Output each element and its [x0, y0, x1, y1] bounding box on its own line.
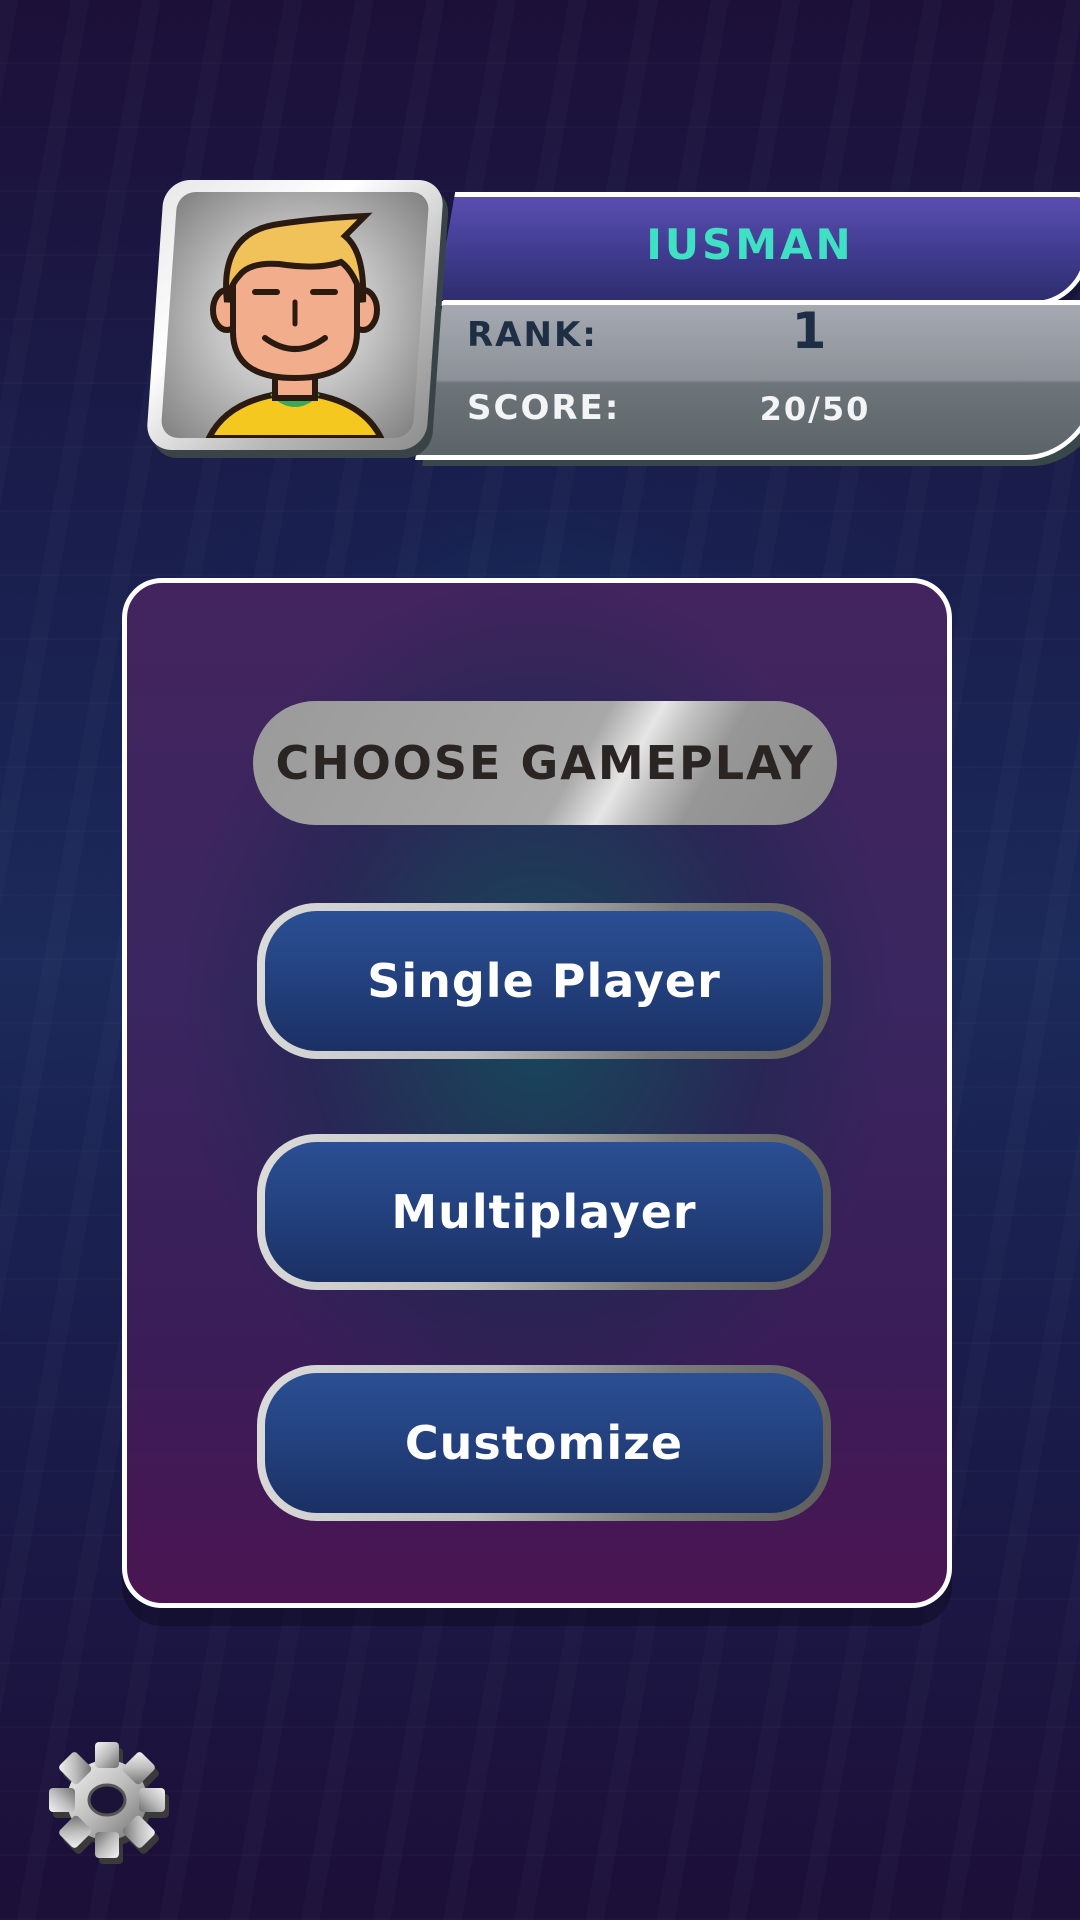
settings-gear-graphic	[49, 1742, 169, 1864]
rank-value: 1	[791, 302, 829, 360]
avatar-illustration	[204, 212, 386, 438]
score-label: SCORE:	[467, 388, 621, 428]
rank-label: RANK:	[467, 315, 598, 355]
player-profile-card: IUSMAN RANK: 1 SCORE: 20/50	[145, 180, 1080, 470]
gameplay-menu-panel: CHOOSE GAMEPLAY Single Player Multiplaye…	[122, 578, 952, 1608]
single-player-label: Single Player	[265, 911, 823, 1051]
customize-label: Customize	[265, 1373, 823, 1513]
customize-button[interactable]: Customize	[257, 1365, 831, 1521]
avatar-frame[interactable]	[145, 180, 445, 450]
avatar-icon	[160, 192, 430, 438]
gear-icon[interactable]	[42, 1735, 172, 1865]
single-player-button[interactable]: Single Player	[257, 903, 831, 1059]
multiplayer-button[interactable]: Multiplayer	[257, 1134, 831, 1290]
multiplayer-label: Multiplayer	[265, 1142, 823, 1282]
score-value: 20/50	[759, 390, 871, 428]
choose-gameplay-title: CHOOSE GAMEPLAY	[253, 701, 837, 825]
player-name: IUSMAN	[646, 219, 854, 269]
